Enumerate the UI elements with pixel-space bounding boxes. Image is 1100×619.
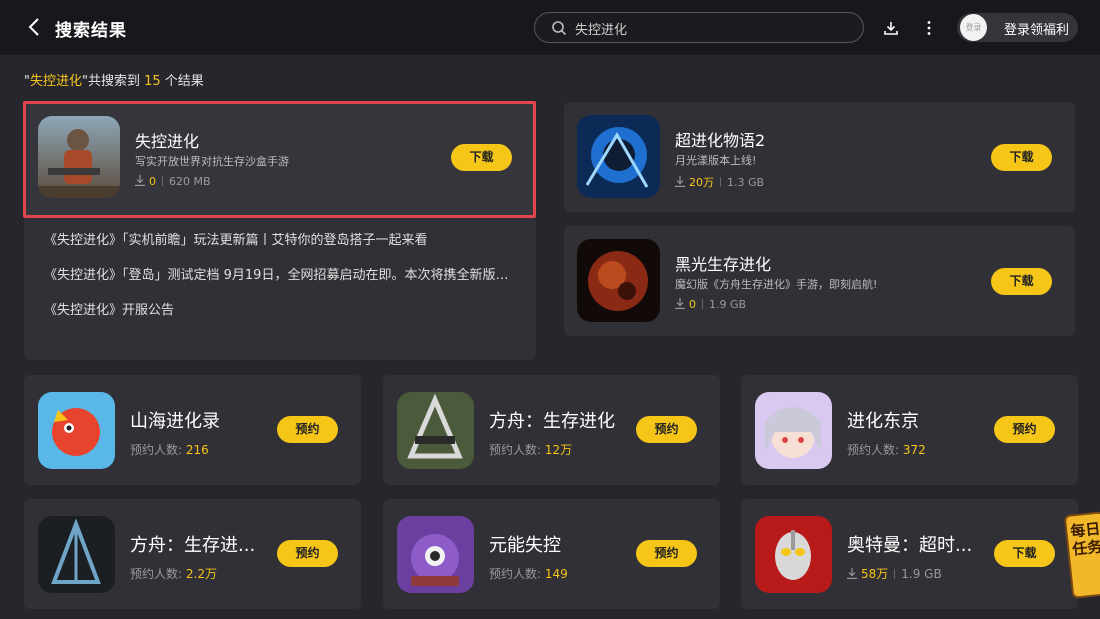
download-icon[interactable]	[883, 20, 899, 36]
download-count: 58万	[861, 567, 889, 581]
reserve-button[interactable]: 预约	[994, 416, 1055, 443]
app-card[interactable]: 山海进化录 预约人数: 216 预约	[24, 375, 361, 485]
app-name: 进化东京	[847, 411, 919, 432]
app-name: 山海进化录	[130, 411, 220, 432]
app-name: 奥特曼：超时...	[847, 535, 973, 556]
download-button[interactable]: 下载	[451, 144, 512, 171]
download-count: 0	[149, 175, 156, 188]
reserve-count: 12万	[544, 443, 573, 457]
app-icon-chaojinhua	[577, 115, 660, 198]
app-description: 写实开放世界对抗生存沙盒手游	[135, 155, 289, 168]
app-icon-tokyo	[755, 392, 832, 469]
more-vertical-icon[interactable]	[920, 19, 938, 37]
app-icon-ark-2	[38, 516, 115, 593]
app-meta: 预约人数: 149	[489, 567, 568, 581]
app-icon-heiguang	[577, 239, 660, 322]
app-meta: 预约人数: 372	[847, 443, 926, 457]
app-card[interactable]: 奥特曼：超时... 58万 1.9 GB 下载	[741, 499, 1078, 609]
app-icon-shanhai	[38, 392, 115, 469]
page-title: 搜索结果	[55, 21, 127, 41]
reserve-count: 149	[544, 567, 568, 581]
app-size: 1.9 GB	[901, 567, 942, 581]
app-description: 魔幻版《方舟生存进化》手游，即刻启航!	[675, 278, 878, 291]
app-name: 方舟：生存进...	[130, 535, 256, 556]
reserve-count: 216	[185, 443, 209, 457]
app-meta: 0 620 MB	[135, 175, 211, 188]
download-count-icon	[675, 176, 685, 187]
app-meta: 20万 1.3 GB	[675, 174, 764, 190]
app-size: 1.3 GB	[727, 176, 765, 189]
app-icon-ultraman	[755, 516, 832, 593]
download-count: 0	[689, 298, 696, 311]
daily-task-label: 任务	[1071, 537, 1100, 559]
top-bar: 搜索结果 登录 登录领福利	[0, 0, 1100, 55]
app-card[interactable]: 元能失控 预约人数: 149 预约	[383, 499, 720, 609]
app-card[interactable]: 方舟：生存进... 预约人数: 2.2万 预约	[24, 499, 361, 609]
app-description: 月光漾版本上线!	[675, 154, 757, 167]
app-card[interactable]: 进化东京 预约人数: 372 预约	[741, 375, 1078, 485]
download-count-icon	[135, 175, 145, 186]
featured-app-card[interactable]: 失控进化 写实开放世界对抗生存沙盒手游 0 620 MB 下载	[24, 102, 536, 217]
login-label: 登录领福利	[1004, 23, 1070, 38]
download-count-icon	[847, 568, 857, 579]
download-count-icon	[675, 298, 685, 309]
search-box[interactable]	[534, 12, 864, 43]
download-button[interactable]: 下载	[991, 144, 1052, 171]
result-count: 15	[144, 74, 161, 89]
app-name: 黑光生存进化	[675, 255, 772, 274]
search-keyword: 失控进化	[29, 74, 82, 89]
app-name: 超进化物语2	[675, 131, 766, 150]
news-item[interactable]: 《失控进化》开服公告	[44, 299, 174, 318]
app-meta: 预约人数: 2.2万	[130, 567, 217, 581]
app-card[interactable]: 黑光生存进化 魔幻版《方舟生存进化》手游，即刻启航! 0 1.9 GB 下载	[564, 226, 1075, 336]
download-count: 20万	[689, 176, 714, 189]
app-meta: 预约人数: 216	[130, 443, 209, 457]
app-meta: 58万 1.9 GB	[847, 565, 942, 582]
app-name: 失控进化	[135, 132, 200, 151]
login-rewards-button[interactable]: 登录 登录领福利	[957, 13, 1078, 42]
app-meta: 0 1.9 GB	[675, 298, 746, 311]
app-meta: 预约人数: 12万	[489, 443, 573, 457]
app-icon-shikong	[38, 116, 120, 198]
reserve-button[interactable]: 预约	[636, 540, 697, 567]
app-size: 620 MB	[169, 175, 211, 188]
search-icon	[552, 21, 567, 36]
download-button[interactable]: 下载	[994, 540, 1055, 567]
news-item[interactable]: 《失控进化》「实机前瞻」玩法更新篇丨艾特你的登岛搭子一起来看	[44, 229, 428, 248]
reserve-button[interactable]: 预约	[636, 416, 697, 443]
app-card[interactable]: 方舟：生存进化 预约人数: 12万 预约	[383, 375, 720, 485]
app-icon-ark	[397, 392, 474, 469]
result-summary: "失控进化"共搜索到 15 个结果	[24, 74, 204, 89]
search-input[interactable]	[575, 17, 845, 39]
reserve-button[interactable]: 预约	[277, 540, 338, 567]
reserve-button[interactable]: 预约	[277, 416, 338, 443]
back-arrow-icon[interactable]	[26, 17, 44, 37]
reserve-count: 2.2万	[185, 567, 217, 581]
app-size: 1.9 GB	[709, 298, 747, 311]
app-name: 元能失控	[489, 535, 561, 556]
avatar: 登录	[960, 14, 987, 41]
app-name: 方舟：生存进化	[489, 411, 615, 432]
download-button[interactable]: 下载	[991, 268, 1052, 295]
reserve-count: 372	[902, 443, 926, 457]
news-item[interactable]: 《失控进化》「登岛」测试定档 9月19日，全网招募启动在即。本次将携全新版…	[44, 264, 508, 283]
app-card[interactable]: 超进化物语2 月光漾版本上线! 20万 1.3 GB 下载	[564, 102, 1075, 212]
app-icon-yuanneng	[397, 516, 474, 593]
